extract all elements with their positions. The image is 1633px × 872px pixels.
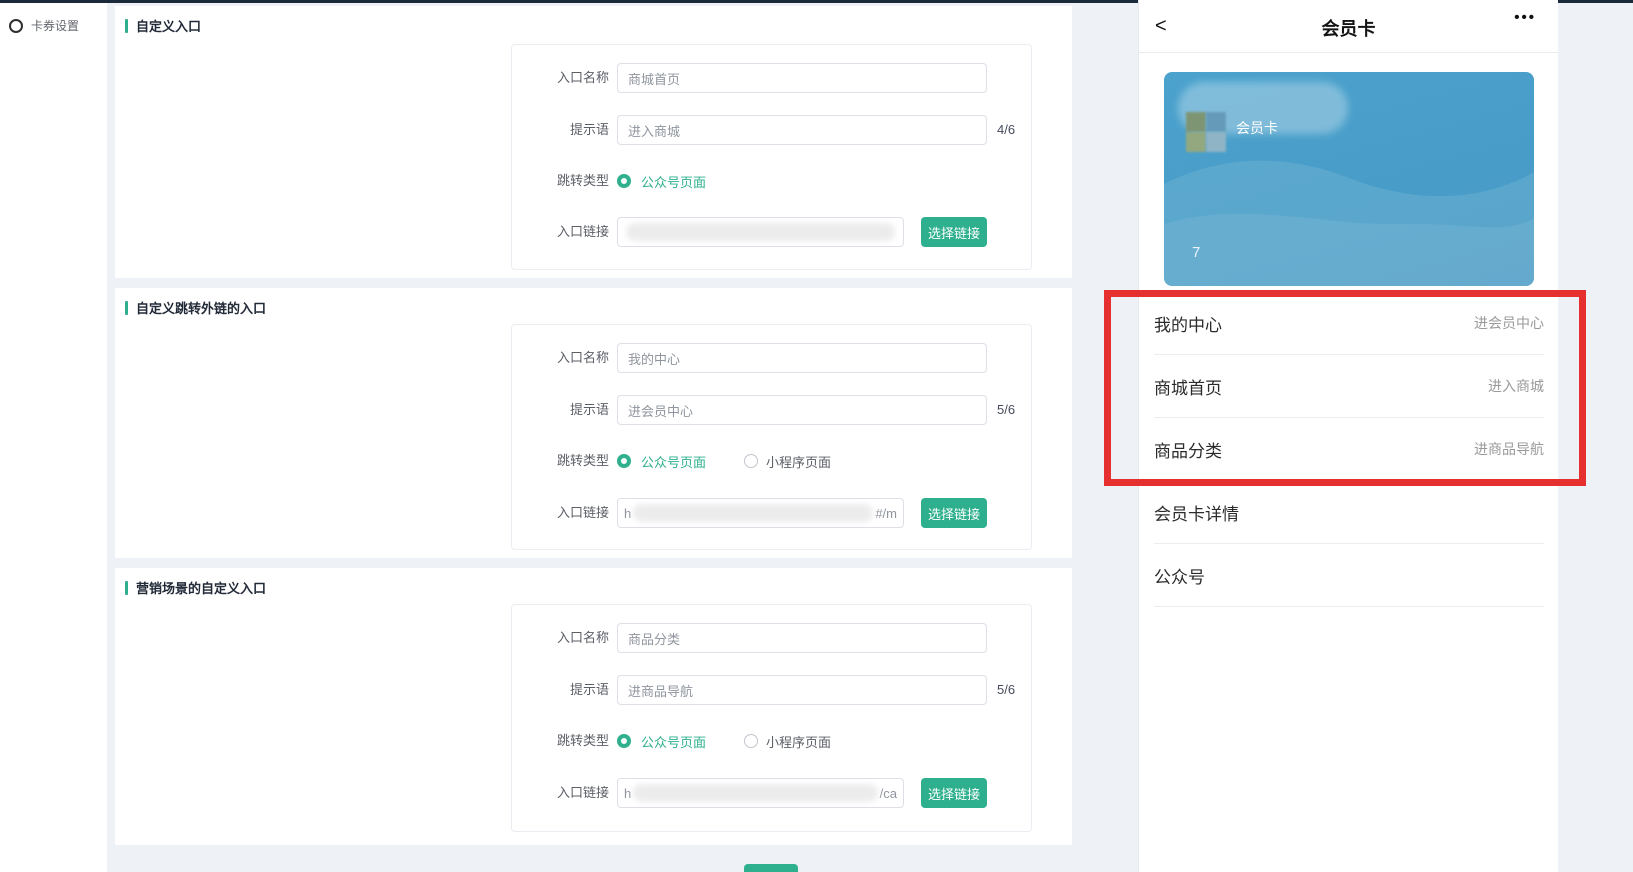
list-item-my-center[interactable]: 我的中心 进会员中心 [1154,292,1544,355]
tip-input[interactable] [617,395,987,425]
phone-page-title: 会员卡 [1139,15,1558,41]
list-item-tip: 进入商城 [1488,376,1544,396]
radio-unselected-icon[interactable] [744,454,758,468]
tip-label: 提示语 [512,115,609,145]
blurred-logo [1186,132,1206,152]
radio-option-miniprogram[interactable]: 小程序页面 [766,732,831,751]
phone-header: < 会员卡 ••• [1139,0,1558,53]
jump-type-options: 公众号页面 小程序页面 [617,453,831,469]
entry-link-input[interactable]: h /ca [617,778,904,808]
radio-option-miniprogram[interactable]: 小程序页面 [766,452,831,471]
tip-label: 提示语 [512,675,609,705]
card-number: 7 [1192,244,1200,261]
phone-preview-panel: < 会员卡 ••• 会员卡 7 我的中心 进会员中心 商城首页 进入 [1138,0,1558,872]
link-label: 入口链接 [512,217,609,247]
section-accent-bar [125,581,128,595]
link-prefix: h [624,786,631,801]
list-item-name: 会员卡详情 [1154,500,1239,525]
link-suffix: /ca [880,786,897,801]
radio-selected-icon[interactable] [617,734,631,748]
entry-link-input[interactable]: h #/m [617,498,904,528]
char-counter: 4/6 [997,115,1015,145]
blurred-logo [1206,132,1226,152]
section-header: 营销场景的自定义入口 [125,578,266,597]
jump-type-options: 公众号页面 小程序页面 [617,733,831,749]
form-box: 入口名称 提示语 5/6 跳转类型 公众号页面 小程序页面 [511,604,1032,832]
list-item-tip: 进会员中心 [1474,313,1544,333]
section-accent-bar [125,19,128,33]
form-box: 入口名称 提示语 4/6 跳转类型 公众号页面 入口链接 [511,44,1032,270]
list-item-name: 商城首页 [1154,374,1222,399]
list-item-product-category[interactable]: 商品分类 进商品导航 [1154,418,1544,481]
choose-link-button[interactable]: 选择链接 [921,498,987,528]
entry-name-label: 入口名称 [512,343,609,373]
radio-icon [9,19,23,33]
entry-name-label: 入口名称 [512,623,609,653]
blurred-logo [1206,112,1226,132]
char-counter: 5/6 [997,395,1015,425]
section-title: 营销场景的自定义入口 [136,578,266,597]
entry-name-input[interactable] [617,63,987,93]
jump-type-label: 跳转类型 [512,733,609,763]
section-title: 自定义入口 [136,16,201,35]
list-item-mall-home[interactable]: 商城首页 进入商城 [1154,355,1544,418]
tip-input[interactable] [617,115,987,145]
blurred-link-text [633,504,873,522]
radio-option-official-account[interactable]: 公众号页面 [641,732,706,751]
radio-option-official-account[interactable]: 公众号页面 [641,172,706,191]
tip-label: 提示语 [512,395,609,425]
sidebar-item-card-settings[interactable]: 卡券设置 [0,3,107,34]
list-item-name: 我的中心 [1154,311,1222,336]
section-marketing-entry: 营销场景的自定义入口 入口名称 提示语 5/6 跳转类型 公众号页面 小程序页 [115,568,1072,845]
link-label: 入口链接 [512,778,609,808]
list-item-official-account[interactable]: 公众号 [1154,544,1544,607]
entry-list: 我的中心 进会员中心 商城首页 进入商城 商品分类 进商品导航 会员卡详情 公众… [1139,292,1559,607]
char-counter: 5/6 [997,675,1015,705]
section-accent-bar [125,301,128,315]
more-menu-icon[interactable]: ••• [1514,9,1536,26]
blurred-link-text [626,223,895,241]
radio-unselected-icon[interactable] [744,734,758,748]
entry-name-input[interactable] [617,343,987,373]
link-prefix: h [624,506,631,521]
section-title: 自定义跳转外链的入口 [136,298,266,317]
blurred-link-text [633,784,877,802]
form-box: 入口名称 提示语 5/6 跳转类型 公众号页面 小程序页面 [511,324,1032,550]
save-button[interactable] [744,864,798,872]
choose-link-button[interactable]: 选择链接 [921,217,987,247]
radio-selected-icon[interactable] [617,454,631,468]
link-suffix: #/m [875,506,897,521]
list-item-tip: 进商品导航 [1474,439,1544,459]
list-item-name: 商品分类 [1154,437,1222,462]
sidebar-item-label: 卡券设置 [31,17,79,34]
entry-name-input[interactable] [617,623,987,653]
tip-input[interactable] [617,675,987,705]
section-header: 自定义入口 [125,16,201,35]
section-external-link-entry: 自定义跳转外链的入口 入口名称 提示语 5/6 跳转类型 公众号页面 小程序页 [115,288,1072,558]
app-window: 卡券设置 自定义入口 入口名称 提示语 4/6 跳转类型 公众号页面 [0,0,1633,872]
sidebar: 卡券设置 [0,3,107,872]
jump-type-label: 跳转类型 [512,173,609,203]
list-item-name: 公众号 [1154,563,1205,588]
jump-type-label: 跳转类型 [512,453,609,483]
card-type-label: 会员卡 [1236,118,1278,138]
blurred-logo [1186,112,1206,132]
radio-option-official-account[interactable]: 公众号页面 [641,452,706,471]
membership-card: 会员卡 7 [1164,72,1534,286]
list-item-card-detail[interactable]: 会员卡详情 [1154,481,1544,544]
section-header: 自定义跳转外链的入口 [125,298,266,317]
radio-selected-icon[interactable] [617,174,631,188]
choose-link-button[interactable]: 选择链接 [921,778,987,808]
entry-link-input[interactable] [617,217,904,247]
jump-type-options: 公众号页面 [617,173,706,189]
section-custom-entry: 自定义入口 入口名称 提示语 4/6 跳转类型 公众号页面 入口链接 [115,6,1072,278]
entry-name-label: 入口名称 [512,63,609,93]
link-label: 入口链接 [512,498,609,528]
